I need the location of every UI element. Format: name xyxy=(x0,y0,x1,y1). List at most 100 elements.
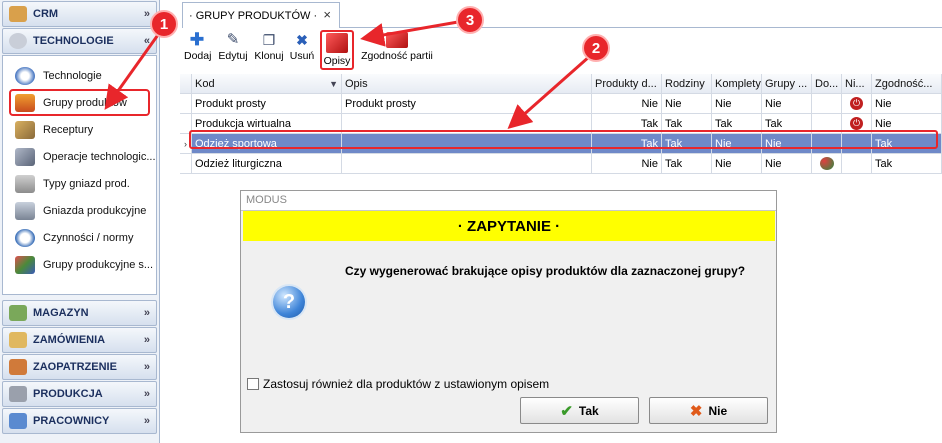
cell-kod: Odzież liturgiczna xyxy=(192,154,342,173)
chevron-down-icon: » xyxy=(143,415,150,427)
column-header-komplety[interactable]: Komplety xyxy=(712,74,762,93)
people-icon xyxy=(9,6,27,22)
sidebar-item-grupy-produkcyjne[interactable]: Grupy produkcyjne s... xyxy=(3,251,156,278)
sidebar-item-gniazda[interactable]: Gniazda produkcyjne xyxy=(3,197,156,224)
cell-rodziny: Tak xyxy=(662,154,712,173)
checkbox-box[interactable] xyxy=(247,378,259,390)
row-indicator-header xyxy=(180,74,192,93)
cell-do xyxy=(812,154,842,173)
group-crm[interactable]: CRM » xyxy=(2,1,157,27)
tab-bar: · GRUPY PRODUKTÓW · × xyxy=(182,0,942,28)
cell-opis: Produkt prosty xyxy=(342,94,592,113)
sidebar-item-label: Grupy produktów xyxy=(43,96,127,109)
sidebar-item-technologie[interactable]: Technologie xyxy=(3,62,156,89)
warehouse-icon xyxy=(9,305,27,321)
chevron-down-icon: » xyxy=(143,334,150,346)
descriptions-button[interactable]: Opisy xyxy=(320,30,354,70)
add-label: Dodaj xyxy=(184,50,212,62)
grid-icon xyxy=(15,174,35,193)
clock-icon xyxy=(15,228,35,247)
toolbar: ✚ Dodaj ✎ Edytuj ❐ Klonuj ✖ Usuń Opisy Z… xyxy=(182,30,482,70)
cell-opis xyxy=(342,154,592,173)
power-icon: ⏻ xyxy=(850,117,863,130)
delete-x-icon: ✖ xyxy=(296,32,308,48)
column-header-opis[interactable]: Opis xyxy=(342,74,592,93)
column-header-zgodnosc[interactable]: Zgodność... xyxy=(872,74,942,93)
add-button[interactable]: ✚ Dodaj xyxy=(184,31,212,62)
no-button[interactable]: ✖ Nie xyxy=(649,397,768,424)
sidebar-item-czynnosci[interactable]: Czynności / normy xyxy=(3,224,156,251)
sidebar-item-receptury[interactable]: Receptury xyxy=(3,116,156,143)
column-header-kod[interactable]: Kod ▼ xyxy=(192,74,342,93)
cell-komplety: Nie xyxy=(712,154,762,173)
letters-icon xyxy=(15,255,35,274)
cell-produkty: Nie xyxy=(592,94,662,113)
column-label: Kod xyxy=(195,77,215,90)
group-label: MAGAZYN xyxy=(33,307,89,319)
sidebar-item-label: Czynności / normy xyxy=(43,231,134,244)
group-magazyn[interactable]: MAGAZYN » xyxy=(2,300,157,326)
group-label: PRODUKCJA xyxy=(33,388,103,400)
tab-label: · GRUPY PRODUKTÓW · xyxy=(189,9,318,22)
table-row[interactable]: Produkt prosty Produkt prosty Nie Nie Ni… xyxy=(180,94,942,114)
gauge-icon xyxy=(15,66,35,85)
sort-down-icon: ▼ xyxy=(329,78,338,89)
sidebar-item-grupy-produktow[interactable]: Grupy produktów xyxy=(9,89,150,116)
column-header-do[interactable]: Do... xyxy=(812,74,842,93)
callout-badge-1: 1 xyxy=(150,10,178,38)
column-header-ni[interactable]: Ni... xyxy=(842,74,872,93)
column-header-grupy[interactable]: Grupy ... xyxy=(762,74,812,93)
dialog-title: MODUS xyxy=(241,191,776,211)
cell-do xyxy=(812,94,842,113)
people-icon xyxy=(9,413,27,429)
delete-button[interactable]: ✖ Usuń xyxy=(288,32,316,62)
tab-grupy-produktow[interactable]: · GRUPY PRODUKTÓW · × xyxy=(182,2,340,28)
modus-dialog: MODUS · ZAPYTANIE · Czy wygenerować brak… xyxy=(240,190,777,433)
group-technologie[interactable]: TECHNOLOGIE « xyxy=(2,28,157,54)
tools-icon xyxy=(15,120,35,139)
technologie-items: Technologie Grupy produktów Receptury Op… xyxy=(2,55,157,295)
batch-compatibility-label: Zgodność partii xyxy=(361,50,433,62)
cell-produkty: Nie xyxy=(592,154,662,173)
chevron-down-icon: » xyxy=(143,8,150,20)
group-zaopatrzenie[interactable]: ZAOPATRZENIE » xyxy=(2,354,157,380)
selected-row-highlight xyxy=(189,130,938,149)
clone-button[interactable]: ❐ Klonuj xyxy=(252,32,286,62)
dialog-banner: · ZAPYTANIE · xyxy=(243,211,775,241)
cell-kod: Produkt prosty xyxy=(192,94,342,113)
wrench-icon xyxy=(15,147,35,166)
cell-komplety: Nie xyxy=(712,94,762,113)
cell-zgodnosc: Nie xyxy=(872,94,942,113)
folder-icon xyxy=(9,332,27,348)
column-header-rodziny[interactable]: Rodziny xyxy=(662,74,712,93)
red-cubes-icon xyxy=(326,33,348,53)
group-technologie-label: TECHNOLOGIE xyxy=(33,35,114,47)
yes-button[interactable]: ✔ Tak xyxy=(520,397,639,424)
cross-icon: ✖ xyxy=(689,402,703,420)
copy-icon: ❐ xyxy=(262,32,276,48)
workstation-icon xyxy=(15,201,35,220)
checkbox-label: Zastosuj również dla produktów z ustawio… xyxy=(263,377,550,391)
grid-header: Kod ▼ Opis Produkty d... Rodziny Komplet… xyxy=(180,74,942,94)
sidebar-item-operacje[interactable]: Operacje technologic... xyxy=(3,143,156,170)
table-row[interactable]: Odzież liturgiczna Nie Tak Nie Nie Tak xyxy=(180,154,942,174)
apply-to-described-checkbox[interactable]: Zastosuj również dla produktów z ustawio… xyxy=(247,377,549,391)
delete-label: Usuń xyxy=(289,50,315,62)
group-pracownicy[interactable]: PRACOWNICY » xyxy=(2,408,157,434)
sidebar-item-typy-gniazd[interactable]: Typy gniazd prod. xyxy=(3,170,156,197)
batch-compatibility-button[interactable]: Zgodność partii xyxy=(356,32,438,62)
clone-label: Klonuj xyxy=(254,50,284,62)
barcode-cubes-icon xyxy=(386,32,408,48)
edit-button[interactable]: ✎ Edytuj xyxy=(216,32,250,63)
close-icon[interactable]: × xyxy=(323,7,331,22)
edit-label: Edytuj xyxy=(218,50,248,62)
cell-ni: ⏻ xyxy=(842,94,872,113)
question-icon: ? xyxy=(273,286,305,318)
group-zamowienia[interactable]: ZAMÓWIENIA » xyxy=(2,327,157,353)
group-produkcja[interactable]: PRODUKCJA » xyxy=(2,381,157,407)
cell-grupy: Nie xyxy=(762,94,812,113)
sidebar-item-label: Operacje technologic... xyxy=(43,150,156,163)
column-header-produkty[interactable]: Produkty d... xyxy=(592,74,662,93)
gear-icon xyxy=(9,33,27,49)
no-label: Nie xyxy=(708,403,728,418)
